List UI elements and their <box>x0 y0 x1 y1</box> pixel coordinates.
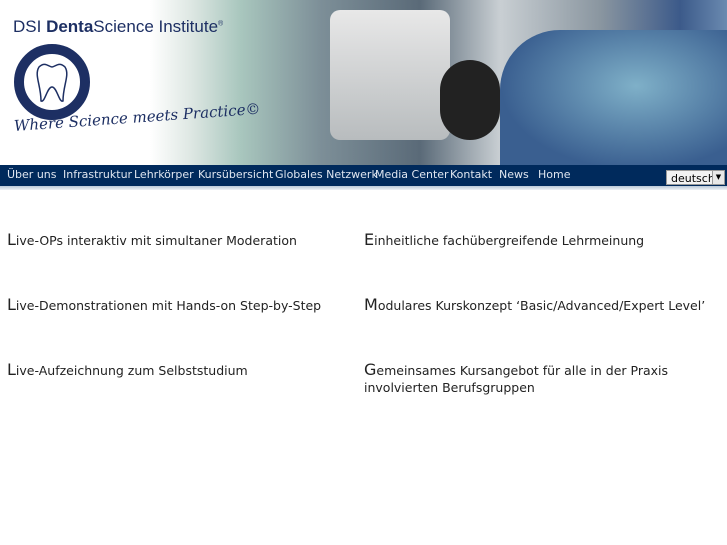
nav-kontakt[interactable]: Kontakt <box>450 168 492 181</box>
feature-item: Live-Aufzeichnung zum Selbststudium <box>7 361 357 379</box>
nav-media-center[interactable]: Media Center <box>375 168 449 181</box>
brand-rest: Science Institute <box>93 17 219 36</box>
feature-item: Live-OPs interaktiv mit simultaner Moder… <box>7 231 357 249</box>
feature-text: ive-OPs interaktiv mit simultaner Modera… <box>15 233 297 248</box>
feature-text: odulares Kurskonzept ‘Basic/Advanced/Exp… <box>377 298 706 313</box>
chevron-down-icon: ▼ <box>712 171 724 184</box>
feature-initial: M <box>364 295 378 314</box>
header-banner: DSI DentaScience Institute® Where Scienc… <box>0 0 727 165</box>
reg-mark: ® <box>218 20 224 28</box>
main-nav: Über uns Infrastruktur Lehrkörper Kursüb… <box>0 165 727 186</box>
nav-infrastruktur[interactable]: Infrastruktur <box>63 168 132 181</box>
feature-item: Gemeinsames Kursangebot für alle in der … <box>364 361 714 396</box>
surgeon-image <box>500 30 727 165</box>
microscope-image <box>330 10 450 140</box>
feature-item: Einheitliche fachübergreifende Lehrmeinu… <box>364 231 714 249</box>
brand-bold: Denta <box>46 17 94 36</box>
feature-text: ive-Demonstrationen mit Hands-on Step-by… <box>15 298 322 313</box>
brand-logo-text[interactable]: DSI DentaScience Institute® <box>13 17 223 37</box>
language-value: deutsch <box>671 172 715 185</box>
brand-prefix: DSI <box>13 17 47 36</box>
feature-text: inheitliche fachübergreifende Lehrmeinun… <box>374 233 645 248</box>
feature-initial: L <box>7 230 16 249</box>
language-select[interactable]: deutsch ▼ <box>666 170 725 185</box>
nav-news[interactable]: News <box>499 168 529 181</box>
feature-initial: L <box>7 360 16 379</box>
feature-item: Live-Demonstrationen mit Hands-on Step-b… <box>7 296 357 314</box>
nav-ueber-uns[interactable]: Über uns <box>7 168 57 181</box>
feature-item: Modulares Kurskonzept ‘Basic/Advanced/Ex… <box>364 296 714 314</box>
nav-kursuebersicht[interactable]: Kursübersicht <box>198 168 273 181</box>
nav-globales-netzwerk[interactable]: Globales Netzwerk <box>275 168 378 181</box>
feature-initial: L <box>7 295 16 314</box>
tooth-seal-logo <box>14 44 90 120</box>
nav-home[interactable]: Home <box>538 168 570 181</box>
microscope-eyepiece-image <box>440 60 500 140</box>
feature-initial: G <box>364 360 377 379</box>
nav-lehrkoerper[interactable]: Lehrkörper <box>134 168 194 181</box>
feature-initial: E <box>364 230 375 249</box>
feature-text: emeinsames Kursangebot für alle in der P… <box>364 363 669 395</box>
nav-shadow <box>0 186 727 190</box>
feature-text: ive-Aufzeichnung zum Selbststudium <box>15 363 248 378</box>
